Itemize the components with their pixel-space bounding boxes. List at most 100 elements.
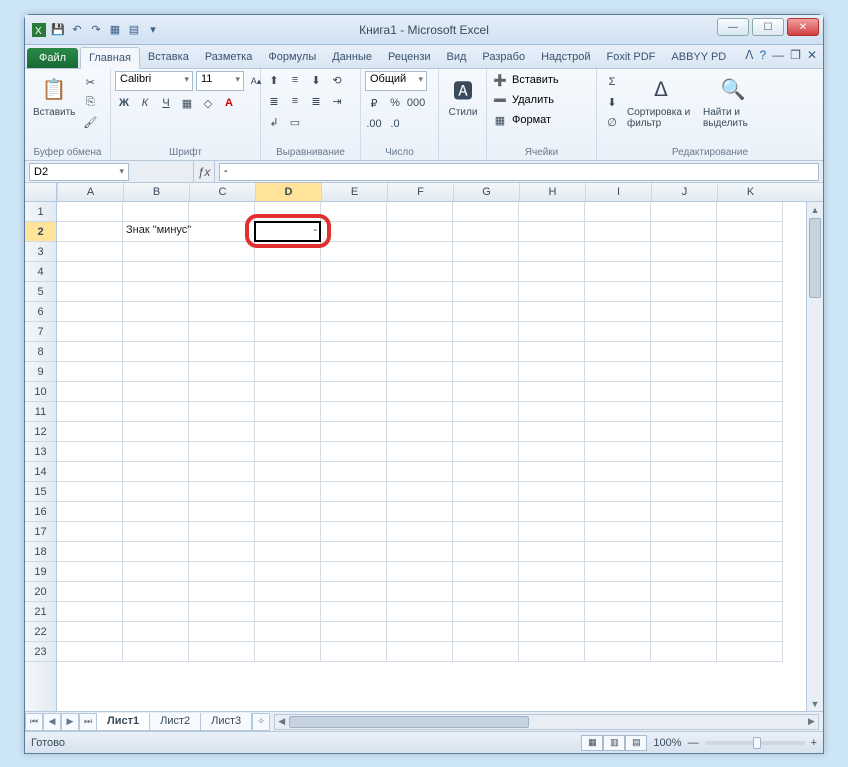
row-header[interactable]: 2 bbox=[25, 222, 56, 242]
cell[interactable] bbox=[189, 362, 255, 382]
cell[interactable] bbox=[57, 222, 123, 242]
qat-icon[interactable]: ▦ bbox=[107, 22, 123, 38]
row-header[interactable]: 23 bbox=[25, 642, 56, 662]
cell[interactable] bbox=[453, 382, 519, 402]
cell[interactable] bbox=[519, 542, 585, 562]
zoom-out-icon[interactable]: — bbox=[688, 737, 699, 749]
cell[interactable] bbox=[519, 362, 585, 382]
cell[interactable] bbox=[519, 422, 585, 442]
vertical-scrollbar[interactable]: ▲ ▼ bbox=[806, 202, 823, 711]
cell[interactable] bbox=[585, 482, 651, 502]
cell[interactable] bbox=[255, 422, 321, 442]
decrease-decimal-icon[interactable]: .0 bbox=[386, 115, 404, 133]
cell[interactable] bbox=[651, 422, 717, 442]
cell[interactable] bbox=[189, 422, 255, 442]
cell[interactable] bbox=[387, 362, 453, 382]
cell[interactable] bbox=[519, 342, 585, 362]
cell[interactable] bbox=[453, 322, 519, 342]
ribbon-minimize-icon[interactable]: ᐱ bbox=[745, 48, 753, 62]
cell[interactable] bbox=[321, 542, 387, 562]
cell[interactable] bbox=[387, 442, 453, 462]
fill-icon[interactable]: ⬇ bbox=[603, 93, 621, 111]
align-center-icon[interactable]: ≡ bbox=[286, 92, 304, 110]
cut-icon[interactable]: ✂ bbox=[81, 73, 99, 91]
redo-icon[interactable]: ↷ bbox=[88, 22, 104, 38]
cell[interactable] bbox=[57, 362, 123, 382]
cell[interactable] bbox=[255, 202, 321, 222]
fill-color-icon[interactable]: ◇ bbox=[199, 94, 217, 112]
cell[interactable] bbox=[57, 582, 123, 602]
cell[interactable] bbox=[717, 402, 783, 422]
cell[interactable] bbox=[255, 242, 321, 262]
find-select-button[interactable]: 🔍 Найти и выделить bbox=[699, 71, 767, 131]
cell[interactable] bbox=[189, 342, 255, 362]
cell[interactable] bbox=[321, 442, 387, 462]
cell[interactable] bbox=[189, 282, 255, 302]
cell[interactable] bbox=[321, 482, 387, 502]
cell[interactable] bbox=[123, 502, 189, 522]
cell[interactable] bbox=[717, 622, 783, 642]
cell[interactable] bbox=[387, 522, 453, 542]
cell[interactable] bbox=[321, 502, 387, 522]
cell[interactable] bbox=[387, 262, 453, 282]
cell[interactable] bbox=[387, 382, 453, 402]
cell[interactable] bbox=[717, 422, 783, 442]
cell[interactable] bbox=[321, 342, 387, 362]
cell[interactable] bbox=[387, 502, 453, 522]
cell[interactable] bbox=[189, 482, 255, 502]
cell[interactable] bbox=[123, 202, 189, 222]
cell[interactable] bbox=[453, 602, 519, 622]
cell[interactable] bbox=[387, 582, 453, 602]
row-header[interactable]: 5 bbox=[25, 282, 56, 302]
indent-icon[interactable]: ⇥ bbox=[328, 92, 346, 110]
cell[interactable] bbox=[717, 602, 783, 622]
cell[interactable] bbox=[387, 222, 453, 242]
cell[interactable] bbox=[387, 202, 453, 222]
cell[interactable] bbox=[321, 402, 387, 422]
cell[interactable] bbox=[651, 462, 717, 482]
column-header[interactable]: I bbox=[585, 183, 651, 201]
cell[interactable] bbox=[321, 642, 387, 662]
cell[interactable] bbox=[651, 222, 717, 242]
cell[interactable] bbox=[453, 522, 519, 542]
cell[interactable] bbox=[717, 242, 783, 262]
bold-icon[interactable]: Ж bbox=[115, 94, 133, 112]
cell[interactable] bbox=[57, 262, 123, 282]
currency-icon[interactable]: ₽ bbox=[365, 94, 383, 112]
ribbon-tab[interactable]: Разрабо bbox=[474, 47, 533, 68]
cell[interactable] bbox=[321, 422, 387, 442]
cell[interactable] bbox=[123, 542, 189, 562]
cell[interactable] bbox=[189, 462, 255, 482]
cell[interactable] bbox=[57, 322, 123, 342]
ribbon-tab[interactable]: Главная bbox=[80, 47, 140, 69]
cell[interactable] bbox=[585, 202, 651, 222]
cell[interactable] bbox=[717, 342, 783, 362]
scroll-down-icon[interactable]: ▼ bbox=[807, 696, 823, 711]
cell[interactable] bbox=[387, 542, 453, 562]
cell[interactable] bbox=[255, 602, 321, 622]
cell[interactable] bbox=[123, 442, 189, 462]
new-sheet-icon[interactable]: ✧ bbox=[252, 713, 270, 731]
ribbon-tab[interactable]: ABBYY PD bbox=[663, 47, 734, 68]
cell[interactable] bbox=[189, 502, 255, 522]
cell[interactable] bbox=[717, 502, 783, 522]
cell[interactable] bbox=[387, 642, 453, 662]
sheet-nav-prev-icon[interactable]: ◀ bbox=[43, 713, 61, 731]
cell[interactable] bbox=[453, 582, 519, 602]
cell[interactable] bbox=[189, 222, 255, 242]
cell[interactable] bbox=[585, 542, 651, 562]
cell[interactable] bbox=[519, 262, 585, 282]
cell[interactable] bbox=[519, 622, 585, 642]
row-header[interactable]: 12 bbox=[25, 422, 56, 442]
clear-icon[interactable]: ∅ bbox=[603, 113, 621, 131]
ribbon-tab[interactable]: Foxit PDF bbox=[599, 47, 664, 68]
cell[interactable] bbox=[123, 402, 189, 422]
cell[interactable] bbox=[585, 362, 651, 382]
cell[interactable] bbox=[321, 382, 387, 402]
scroll-right-icon[interactable]: ▶ bbox=[805, 715, 818, 729]
cell[interactable] bbox=[255, 562, 321, 582]
qat-dropdown-icon[interactable]: ▾ bbox=[145, 22, 161, 38]
cell[interactable] bbox=[123, 322, 189, 342]
cell[interactable] bbox=[717, 442, 783, 462]
cell[interactable] bbox=[255, 262, 321, 282]
